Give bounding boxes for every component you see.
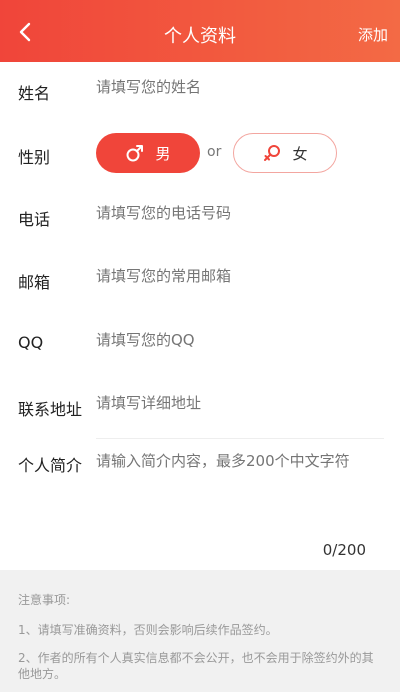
- app-header: 个人资料 添加: [0, 0, 400, 62]
- add-button[interactable]: 添加: [358, 24, 388, 45]
- email-input[interactable]: [96, 267, 384, 285]
- male-symbol-icon: [126, 145, 144, 162]
- address-divider: [96, 438, 384, 439]
- bio-label: 个人简介: [18, 456, 83, 475]
- phone-input[interactable]: [96, 204, 384, 222]
- email-label: 邮箱: [18, 273, 51, 292]
- address-input[interactable]: [96, 394, 384, 412]
- gender-female-button[interactable]: 女: [233, 133, 337, 173]
- address-row: 联系地址: [0, 376, 400, 436]
- bio-textarea[interactable]: [96, 450, 384, 510]
- page-title: 个人资料: [164, 26, 236, 47]
- phone-row: 电话: [0, 186, 400, 246]
- gender-female-label: 女: [292, 144, 308, 163]
- qq-row: QQ: [0, 313, 400, 373]
- female-symbol-icon: [264, 145, 281, 161]
- gender-row: 性别: [0, 124, 400, 184]
- notes-item: 1、请填写准确资料，否则会影响后续作品签约。: [18, 623, 278, 637]
- gender-label: 性别: [18, 148, 51, 167]
- email-row: 邮箱: [0, 249, 400, 309]
- qq-label: QQ: [18, 333, 44, 352]
- notes-panel: 注意事项: 1、请填写准确资料，否则会影响后续作品签约。 2、作者的所有个人真实…: [0, 570, 400, 692]
- name-label: 姓名: [18, 84, 51, 103]
- gender-male-label: 男: [155, 144, 171, 163]
- qq-input[interactable]: [96, 331, 384, 349]
- phone-label: 电话: [18, 210, 51, 229]
- name-input[interactable]: [96, 78, 384, 96]
- bio-char-counter: 0/200: [322, 541, 366, 559]
- address-label: 联系地址: [18, 400, 83, 419]
- gender-or-text: or: [207, 144, 222, 160]
- name-row: 姓名: [0, 62, 400, 122]
- notes-title: 注意事项:: [18, 593, 71, 607]
- notes-item: 2、作者的所有个人真实信息都不会公开，也不会用于除签约外的其他地方。: [18, 651, 374, 681]
- gender-male-button[interactable]: 男: [96, 133, 200, 173]
